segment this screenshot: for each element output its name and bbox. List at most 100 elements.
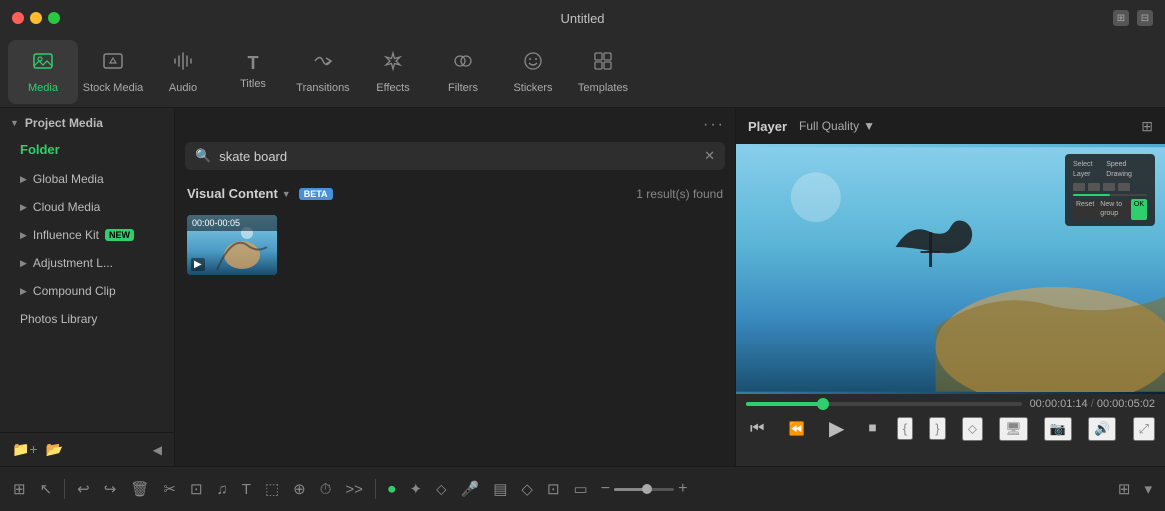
titlebar-icon-right[interactable]: ⊟ <box>1137 10 1153 26</box>
grid-view-button[interactable]: ⊞ <box>1113 476 1136 502</box>
sidebar-item-photos-library[interactable]: Photos Library <box>0 305 174 333</box>
crop-button[interactable]: ⊡ <box>185 476 208 502</box>
undo-button[interactable]: ↩ <box>72 476 95 502</box>
media-label: Media <box>28 82 58 94</box>
templates-icon <box>592 50 614 78</box>
media-grid: 00:00-00:05 ▶ <box>175 207 735 466</box>
zoom-thumb[interactable] <box>642 484 652 494</box>
sidebar-item-global-media[interactable]: ▶ Global Media <box>0 165 174 193</box>
sidebar-item-label: Compound Clip <box>33 284 116 298</box>
delete-button[interactable]: 🗑 <box>125 476 154 502</box>
play-button[interactable]: ▶ <box>825 414 848 443</box>
redo-button[interactable]: ↪ <box>99 476 122 502</box>
sidebar-item-adjustment[interactable]: ▶ Adjustment L... <box>0 249 174 277</box>
add-folder-icon[interactable]: 📁+ <box>12 441 38 458</box>
snapshot-button[interactable]: 📷 <box>1044 417 1072 441</box>
step-back-button[interactable]: ⏪ <box>785 419 809 439</box>
fullscreen-button[interactable]: ⤢ <box>1133 417 1155 441</box>
clip-button[interactable]: ⬦ <box>962 417 983 441</box>
timeline-button[interactable]: ▤ <box>488 476 512 502</box>
camera-button[interactable]: ⊡ <box>542 476 565 502</box>
media-thumbnail[interactable]: 00:00-00:05 ▶ <box>187 215 277 275</box>
sidebar-item-cloud-media[interactable]: ▶ Cloud Media <box>0 193 174 221</box>
link-button[interactable]: ⊕ <box>288 476 311 502</box>
toolbar-item-effects[interactable]: Effects <box>358 40 428 104</box>
chevron-right-icon: ▶ <box>20 258 27 269</box>
sidebar-item-influence-kit[interactable]: ▶ Influence Kit NEW <box>0 221 174 249</box>
progress-fill <box>746 402 823 406</box>
chevron-right-icon: ▶ <box>20 286 27 297</box>
toolbar-item-templates[interactable]: Templates <box>568 40 638 104</box>
stop-button[interactable]: ⏹ <box>865 418 881 440</box>
marker-button[interactable]: ⬦ <box>431 477 452 502</box>
titlebar-icon-left[interactable]: ⊞ <box>1113 10 1129 26</box>
toolbar-item-audio[interactable]: Audio <box>148 40 218 104</box>
folder-label[interactable]: Folder <box>0 138 174 165</box>
fx-button[interactable]: ✦ <box>404 476 427 502</box>
toolbar-item-stock-media[interactable]: Stock Media <box>78 40 148 104</box>
toolbar-item-stickers[interactable]: Stickers <box>498 40 568 104</box>
audio-button[interactable]: ♫ <box>212 477 233 502</box>
search-clear-button[interactable]: ✕ <box>704 148 715 164</box>
cut-button[interactable]: ✂ <box>158 476 181 502</box>
volume-button[interactable]: 🔊 <box>1088 417 1116 441</box>
progress-track[interactable] <box>746 402 1022 406</box>
record-button[interactable]: ⏺ <box>383 477 401 502</box>
sidebar-item-label: Cloud Media <box>33 200 100 214</box>
close-button[interactable] <box>12 12 24 24</box>
thumbnail-time: 00:00-00:05 <box>187 215 277 231</box>
player-panel: Player Full Quality ▼ ⊞ <box>735 108 1165 466</box>
more-tools-button[interactable]: >> <box>340 477 368 502</box>
window-controls[interactable] <box>12 12 60 24</box>
voiceover-button[interactable]: 🎤 <box>456 476 485 502</box>
mark-in-button[interactable]: { <box>897 417 913 440</box>
mask-button[interactable]: ⬚ <box>260 476 284 502</box>
select-tool-button[interactable]: ↖ <box>35 476 58 502</box>
player-viewport: Select LayerSpeed Drawing Reset New to g… <box>736 144 1165 394</box>
mark-out-button[interactable]: } <box>929 417 945 440</box>
player-expand-icon[interactable]: ⊞ <box>1141 118 1153 135</box>
folder-icon[interactable]: 📂 <box>46 441 63 458</box>
toolbar-item-media[interactable]: Media <box>8 40 78 104</box>
video-icon: ▶ <box>191 258 205 271</box>
subtitle-button[interactable]: ▭ <box>569 476 593 502</box>
toolbar-item-filters[interactable]: Filters <box>428 40 498 104</box>
zoom-in-button[interactable]: + <box>678 480 687 498</box>
rewind-button[interactable]: ⏮ <box>746 418 768 440</box>
search-input[interactable] <box>219 149 696 164</box>
chevron-right-icon: ▶ <box>20 230 27 241</box>
progress-bar-area: 00:00:01:14 / 00:00:05:02 <box>746 398 1155 410</box>
expand-button[interactable]: ▾ <box>1139 476 1157 502</box>
toolbar: Media Stock Media Audio T Titles Transi <box>0 36 1165 108</box>
separator <box>375 479 376 499</box>
separator <box>64 479 65 499</box>
monitor-button[interactable]: 🖥 <box>999 417 1028 441</box>
minimize-button[interactable] <box>30 12 42 24</box>
center-top-bar: ··· <box>175 108 735 142</box>
new-badge: NEW <box>105 229 134 241</box>
stickers-icon <box>522 50 544 78</box>
split-view-button[interactable]: ⊞ <box>8 476 31 502</box>
zoom-slider[interactable] <box>614 488 674 491</box>
zoom-out-button[interactable]: − <box>601 480 610 498</box>
templates-label: Templates <box>578 82 628 94</box>
project-media-header[interactable]: ▼ Project Media <box>0 108 174 138</box>
collapse-icon[interactable]: ◀ <box>153 443 162 457</box>
chevron-right-icon: ▶ <box>20 202 27 213</box>
maximize-button[interactable] <box>48 12 60 24</box>
video-preview: Select LayerSpeed Drawing Reset New to g… <box>736 144 1165 394</box>
player-header: Player Full Quality ▼ ⊞ <box>736 108 1165 144</box>
toolbar-item-titles[interactable]: T Titles <box>218 40 288 104</box>
text-button[interactable]: T <box>237 477 256 502</box>
quality-selector[interactable]: Full Quality ▼ <box>799 119 875 133</box>
toolbar-item-transitions[interactable]: Transitions <box>288 40 358 104</box>
effects-label: Effects <box>376 82 409 94</box>
sidebar-item-label: Influence Kit <box>33 228 99 242</box>
keyframe-button[interactable]: ◇ <box>516 476 538 502</box>
content-type-label[interactable]: Visual Content <box>187 186 278 201</box>
sidebar-item-compound-clip[interactable]: ▶ Compound Clip <box>0 277 174 305</box>
project-media-label: Project Media <box>25 116 103 130</box>
progress-thumb[interactable] <box>817 398 829 410</box>
more-options-button[interactable]: ··· <box>703 116 725 134</box>
speed-button[interactable]: ⏱ <box>315 477 337 502</box>
